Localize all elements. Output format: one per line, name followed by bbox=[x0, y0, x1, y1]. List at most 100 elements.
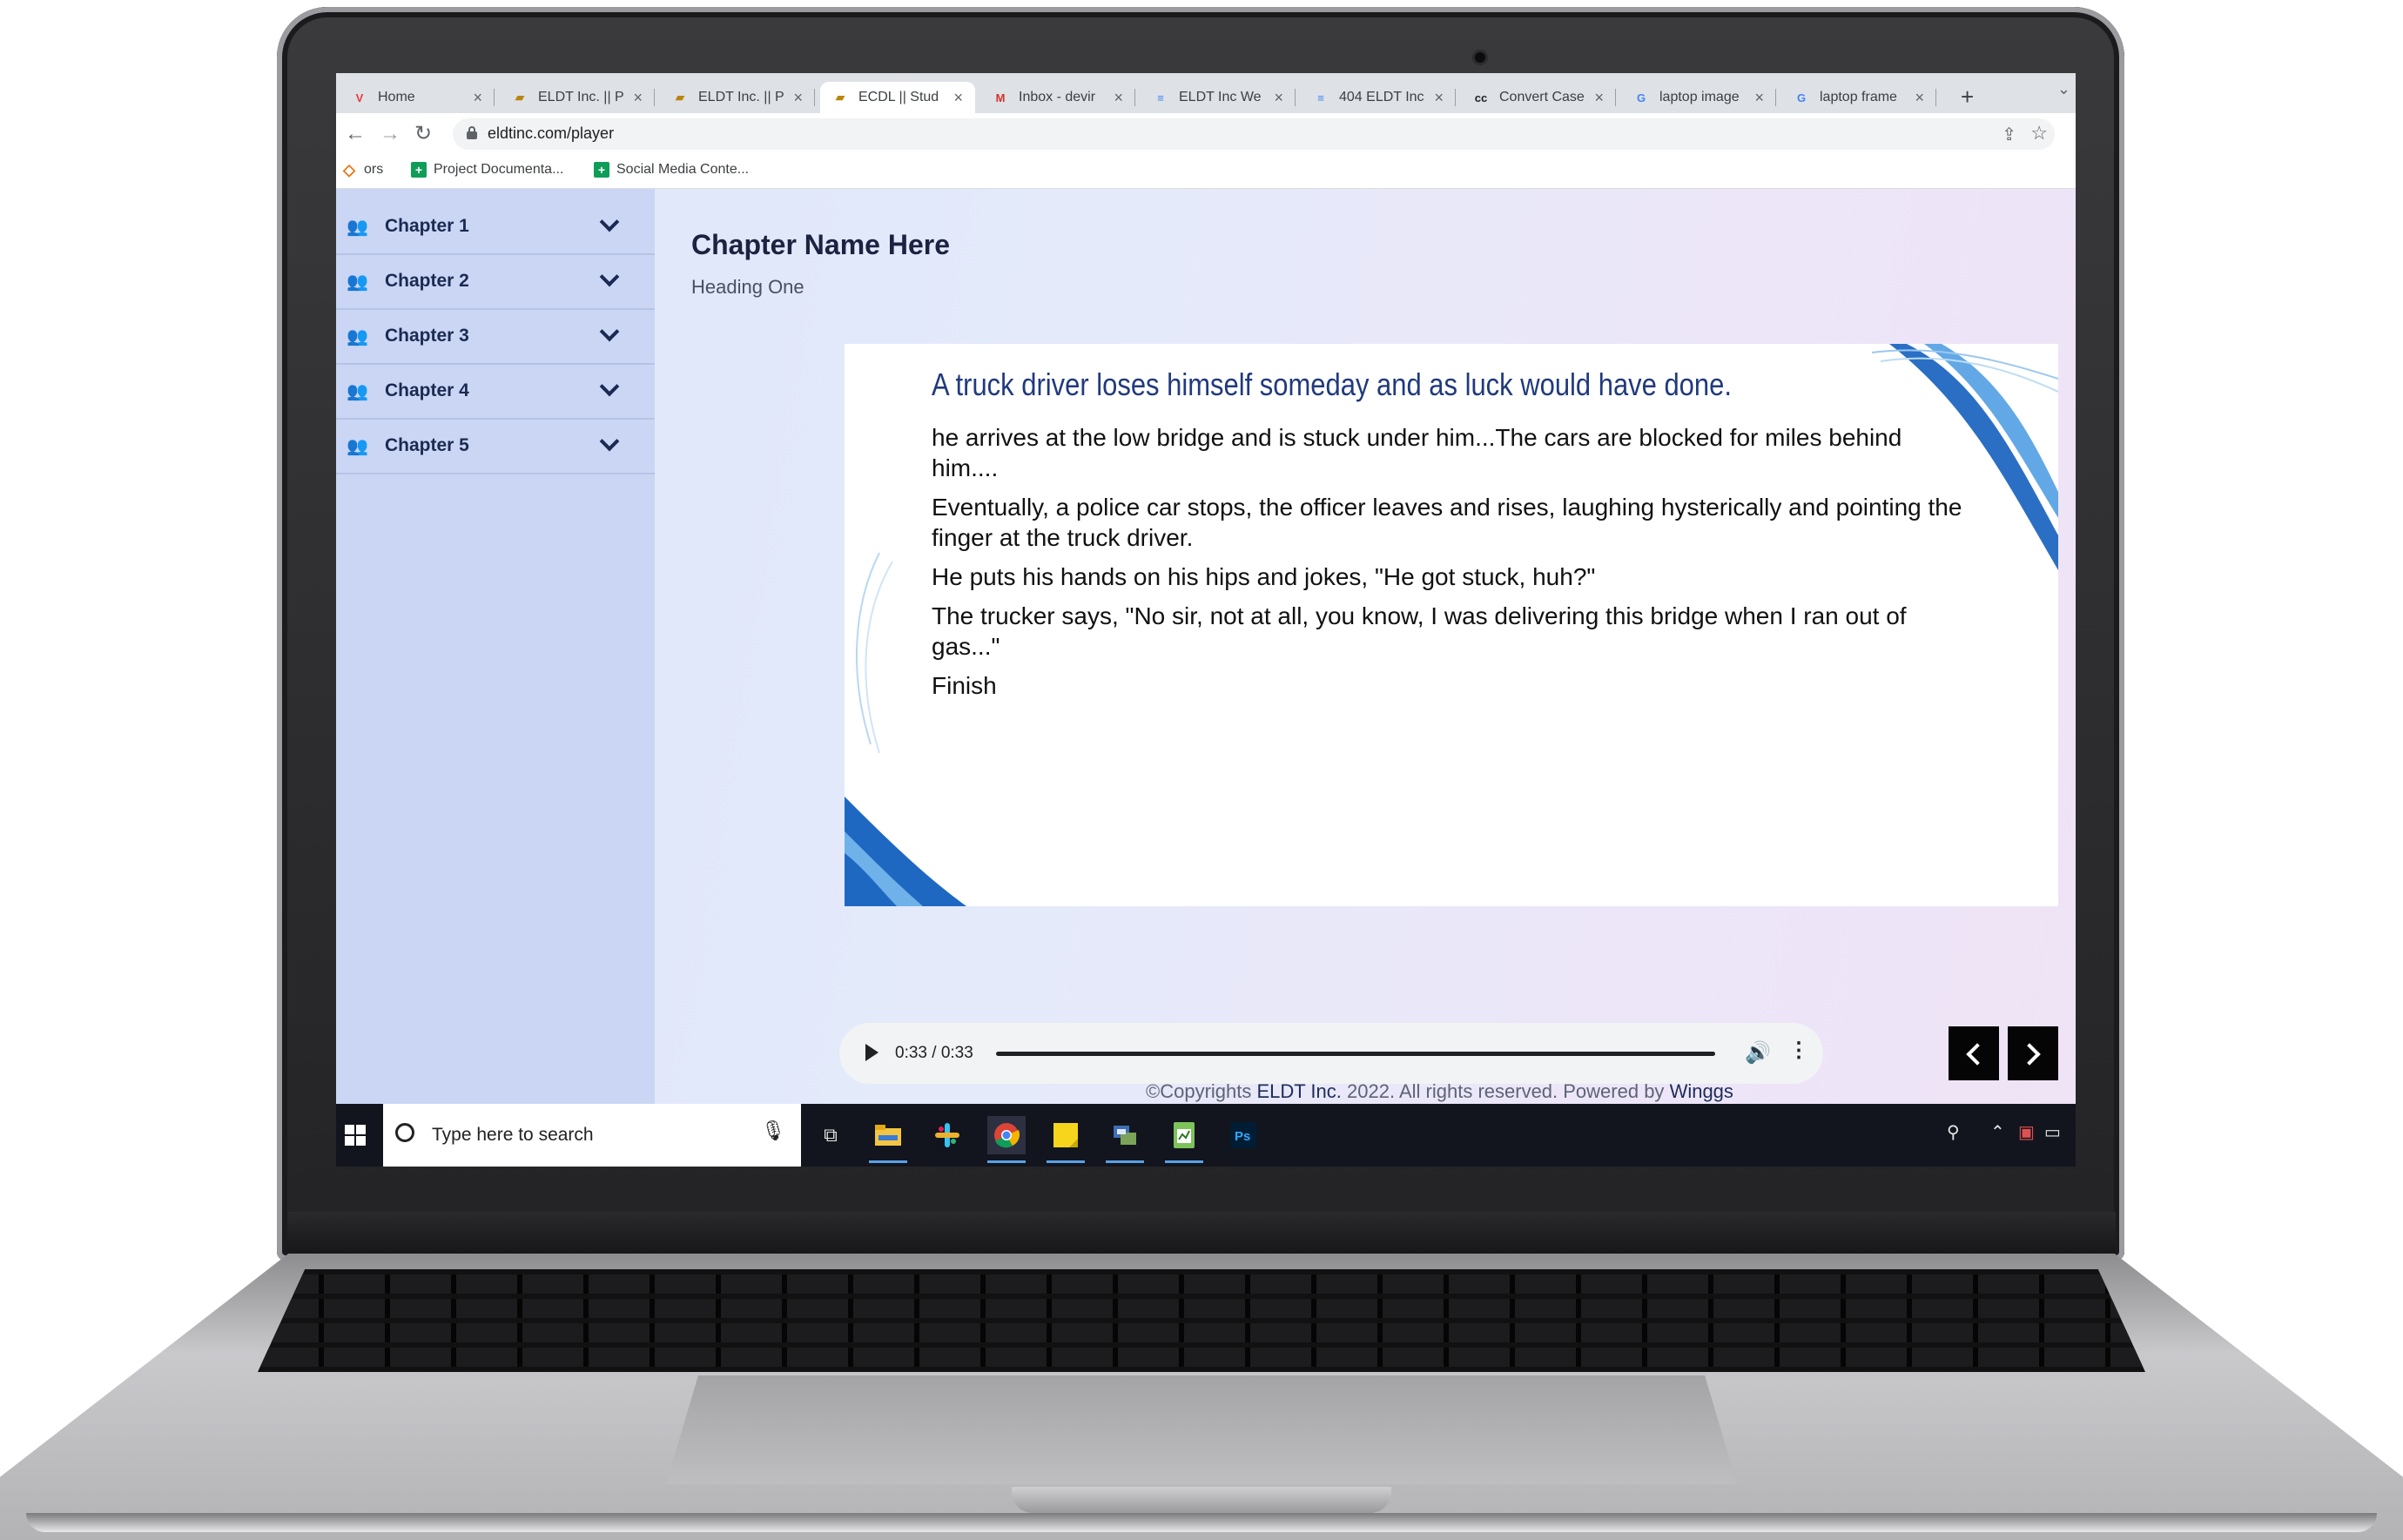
audio-progress-bar[interactable] bbox=[996, 1052, 1715, 1056]
sidebar-item-chapter-1[interactable]: 👥 Chapter 1 bbox=[336, 199, 655, 255]
browser-tab[interactable]: Glaptop frame × bbox=[1781, 82, 1936, 113]
player-page: 👥 Chapter 1 👥 Chapter 2 👥 Chapter 3 👥 Ch… bbox=[336, 189, 2076, 1104]
close-tab-icon[interactable]: × bbox=[1594, 89, 1604, 107]
browser-tab[interactable]: ≡ ELDT Inc We × bbox=[1141, 82, 1296, 113]
sticky-notes-icon[interactable] bbox=[1047, 1116, 1085, 1163]
bookmark-star-icon[interactable]: ☆ bbox=[2030, 122, 2048, 145]
file-explorer-icon[interactable] bbox=[869, 1116, 907, 1163]
chevron-up-icon[interactable]: ⌃ bbox=[1990, 1121, 2005, 1143]
previous-slide-button[interactable] bbox=[1949, 1026, 1999, 1080]
chevron-down-icon[interactable] bbox=[599, 212, 620, 232]
bookmark-label: ors bbox=[364, 162, 384, 177]
browser-tab[interactable]: V Home × bbox=[340, 82, 495, 113]
sidebar-item-chapter-2[interactable]: 👥 Chapter 2 bbox=[336, 254, 655, 310]
people-icon[interactable]: ⚲ bbox=[1947, 1121, 1960, 1143]
users-icon: 👥 bbox=[347, 381, 368, 401]
eldt-icon: ▰ bbox=[515, 91, 524, 104]
chrome-icon[interactable] bbox=[987, 1116, 1026, 1163]
chevron-down-icon[interactable] bbox=[599, 376, 620, 397]
sheets-icon: + bbox=[594, 162, 609, 178]
eldt-icon: ▰ bbox=[836, 91, 845, 104]
back-icon[interactable]: ← bbox=[345, 122, 366, 146]
browser-tab[interactable]: cc Convert Case × bbox=[1461, 82, 1616, 113]
microphone-icon[interactable]: 🎙 bbox=[761, 1120, 785, 1142]
url-text[interactable]: eldtinc.com/player bbox=[488, 124, 614, 143]
close-tab-icon[interactable]: × bbox=[473, 89, 482, 107]
sidebar-item-chapter-4[interactable]: 👥 Chapter 4 bbox=[336, 364, 655, 420]
photoshop-icon[interactable]: Ps bbox=[1224, 1116, 1262, 1154]
close-tab-icon[interactable]: × bbox=[1915, 89, 1924, 107]
chevron-down-icon[interactable] bbox=[599, 431, 620, 452]
chevron-right-icon bbox=[2018, 1043, 2041, 1066]
taskbar-search[interactable]: Type here to search 🎙 bbox=[383, 1104, 801, 1167]
footer-middle: 2022. All rights reserved. Powered by bbox=[1341, 1080, 1670, 1102]
address-bar[interactable]: eldtinc.com/player ⇪ ☆ bbox=[453, 118, 2055, 150]
close-tab-icon[interactable]: × bbox=[1754, 89, 1764, 107]
audio-player: 0:33 / 0:33 🔊 ⋮ bbox=[839, 1023, 1823, 1084]
browser-tab[interactable]: ▰ ELDT Inc. || P × bbox=[660, 82, 815, 113]
chapter-label: Chapter 1 bbox=[385, 216, 469, 236]
docs-icon: ≡ bbox=[1157, 91, 1164, 104]
tab-divider bbox=[1455, 89, 1456, 106]
network-icon[interactable]: ▭ bbox=[2044, 1121, 2061, 1143]
tab-search-icon[interactable]: ⌄ bbox=[2057, 80, 2070, 98]
share-icon[interactable]: ⇪ bbox=[2002, 124, 2016, 145]
close-tab-icon[interactable]: × bbox=[633, 89, 643, 107]
close-tab-icon[interactable]: × bbox=[1274, 89, 1283, 107]
browser-tab[interactable]: ▰ ECDL || Stud × bbox=[820, 82, 975, 113]
slide-paragraph: The trucker says, "No sir, not at all, y… bbox=[932, 602, 1907, 660]
reload-icon[interactable]: ↻ bbox=[414, 122, 432, 146]
bookmark-project-documentation[interactable]: + Project Documenta... bbox=[411, 162, 563, 178]
users-icon: 👥 bbox=[347, 326, 368, 346]
sidebar-item-chapter-3[interactable]: 👥 Chapter 3 bbox=[336, 309, 655, 365]
browser-tab[interactable]: Glaptop image × bbox=[1621, 82, 1776, 113]
footer-prefix: ©Copyrights bbox=[1146, 1080, 1257, 1102]
tab-label: laptop frame bbox=[1820, 90, 1897, 104]
footer-company-link[interactable]: ELDT Inc. bbox=[1256, 1080, 1341, 1102]
windows-taskbar: Type here to search 🎙 ⧉ Ps ⚲ ⌃ ▣ ▭ bbox=[336, 1104, 2076, 1167]
search-input[interactable]: Type here to search bbox=[432, 1125, 594, 1146]
slide-paragraph: Finish bbox=[932, 672, 997, 699]
sidebar-item-chapter-5[interactable]: 👥 Chapter 5 bbox=[336, 419, 655, 474]
close-tab-icon[interactable]: × bbox=[1114, 89, 1123, 107]
windows-start-icon[interactable] bbox=[345, 1125, 367, 1147]
browser-tab[interactable]: ▰ ELDT Inc. || P × bbox=[500, 82, 655, 113]
footer-powered-link[interactable]: Winggs bbox=[1670, 1080, 1733, 1102]
app-icon[interactable] bbox=[1106, 1116, 1144, 1163]
volume-icon[interactable]: 🔊 bbox=[1745, 1040, 1771, 1066]
sheets-app-icon[interactable] bbox=[1165, 1116, 1203, 1163]
chapter-label: Chapter 2 bbox=[385, 271, 469, 291]
cc-icon: cc bbox=[1474, 91, 1488, 104]
more-options-icon[interactable]: ⋮ bbox=[1788, 1040, 1809, 1061]
antivirus-tray-icon[interactable]: ▣ bbox=[2018, 1121, 2035, 1143]
tab-label: ELDT Inc. || P bbox=[538, 90, 624, 104]
task-view-icon[interactable]: ⧉ bbox=[811, 1116, 850, 1154]
users-icon: 👥 bbox=[347, 436, 368, 456]
slack-icon[interactable] bbox=[928, 1116, 966, 1154]
screen: V Home × ▰ ELDT Inc. || P × ▰ ELDT Inc. || P × ▰ E… bbox=[336, 73, 2076, 1167]
close-tab-icon[interactable]: × bbox=[793, 89, 803, 107]
browser-tab[interactable]: ≡ 404 ELDT Inc × bbox=[1301, 82, 1456, 113]
tab-label: ECDL || Stud bbox=[858, 90, 939, 104]
bookmark-ors[interactable]: ◇ ors bbox=[341, 161, 384, 178]
browser-tab[interactable]: M Inbox - devir × bbox=[980, 82, 1135, 113]
slide-body: he arrives at the low bridge and is stuc… bbox=[932, 422, 1968, 709]
tab-divider bbox=[814, 89, 815, 106]
forward-icon[interactable]: → bbox=[380, 122, 400, 146]
next-slide-button[interactable] bbox=[2008, 1026, 2058, 1080]
play-icon[interactable] bbox=[865, 1044, 878, 1061]
close-tab-icon[interactable]: × bbox=[1434, 89, 1444, 107]
tab-divider bbox=[1295, 89, 1296, 106]
tab-label: ELDT Inc We bbox=[1179, 90, 1262, 104]
chapter-label: Chapter 5 bbox=[385, 435, 469, 455]
chevron-down-icon[interactable] bbox=[599, 321, 620, 342]
tab-label: 404 ELDT Inc bbox=[1339, 90, 1424, 104]
bookmark-label: Social Media Conte... bbox=[616, 162, 750, 177]
close-tab-icon[interactable]: × bbox=[953, 89, 963, 107]
webcam bbox=[1475, 52, 1485, 63]
laptop-notch bbox=[1012, 1487, 1391, 1513]
chevron-down-icon[interactable] bbox=[599, 266, 620, 287]
content-slide: A truck driver loses himself someday and… bbox=[845, 344, 2058, 906]
new-tab-button[interactable]: + bbox=[1961, 85, 1974, 108]
bookmark-social-media[interactable]: + Social Media Conte... bbox=[594, 162, 749, 178]
